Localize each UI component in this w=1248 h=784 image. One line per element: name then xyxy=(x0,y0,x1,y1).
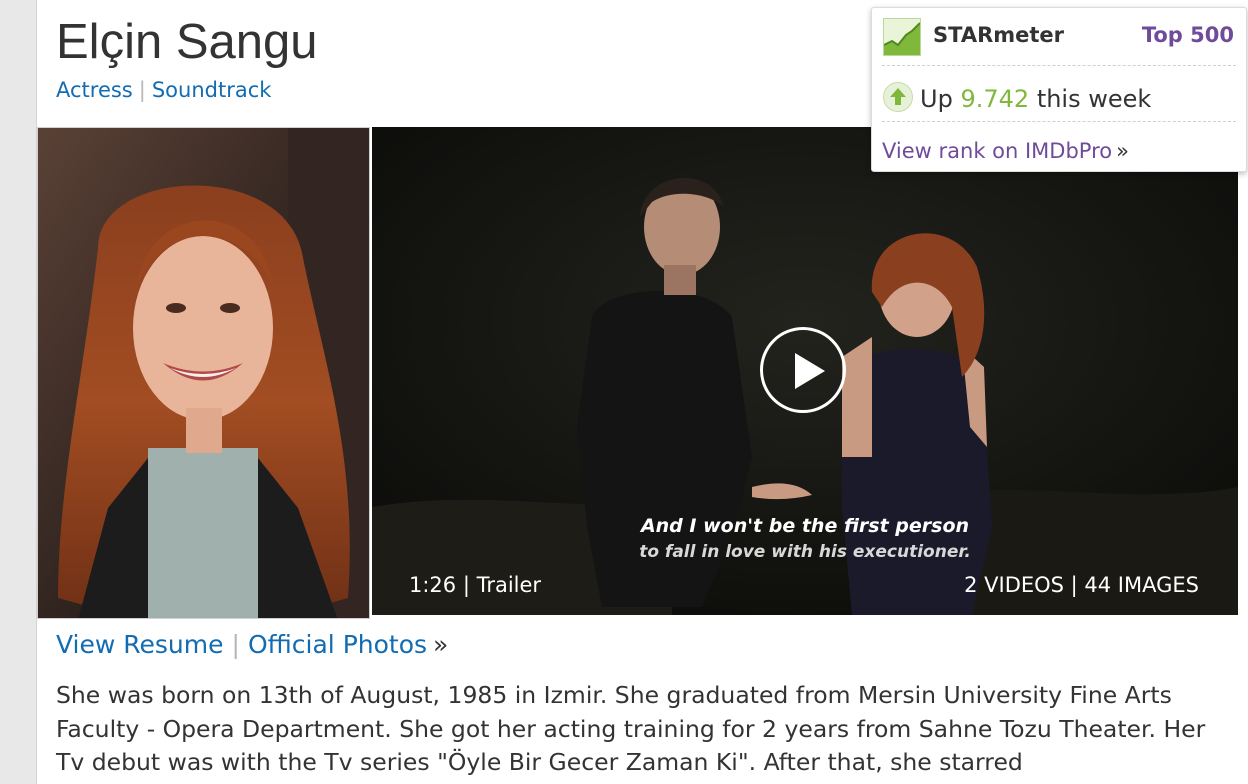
starmeter-widget: STARmeter Top 500 Up 9.742 this week Vie… xyxy=(871,7,1247,172)
video-duration-label[interactable]: 1:26 | Trailer xyxy=(409,573,541,597)
imdbpro-link-label[interactable]: View rank on IMDbPro xyxy=(882,139,1112,163)
person-name: Elçin Sangu xyxy=(56,15,318,69)
change-value: 9.742 xyxy=(960,85,1030,113)
divider xyxy=(882,65,1236,66)
official-photos-link[interactable]: Official Photos xyxy=(248,630,427,659)
video-subtitle-line1: And I won't be the first person xyxy=(640,515,970,537)
view-resume-link[interactable]: View Resume xyxy=(56,630,224,659)
bio-text: She was born on 13th of August, 1985 in … xyxy=(56,681,1206,776)
change-suffix: this week xyxy=(1036,85,1152,113)
starmeter-rank[interactable]: Top 500 xyxy=(1142,23,1234,47)
raquo-icon: » xyxy=(1116,139,1129,163)
starmeter-change: Up 9.742 this week xyxy=(920,85,1151,113)
up-arrow-icon xyxy=(883,82,913,112)
change-prefix: Up xyxy=(920,85,953,113)
profile-links: View Resume | Official Photos» xyxy=(56,630,448,659)
starmeter-chart-icon xyxy=(883,18,921,56)
video-subtitle-line2: to fall in love with his executioner. xyxy=(639,542,971,562)
separator: | xyxy=(138,78,146,102)
starmeter-title: STARmeter xyxy=(933,23,1065,47)
media-counts-link[interactable]: 2 VIDEOS | 44 IMAGES xyxy=(964,573,1199,597)
play-icon[interactable] xyxy=(760,327,846,413)
raquo-icon: » xyxy=(433,630,449,659)
imdbpro-rank-link[interactable]: View rank on IMDbPro» xyxy=(882,139,1129,163)
separator: | xyxy=(231,630,240,659)
role-soundtrack-link[interactable]: Soundtrack xyxy=(152,78,272,102)
headshot-photo[interactable] xyxy=(37,127,370,619)
role-links: Actress | Soundtrack xyxy=(56,78,271,102)
divider xyxy=(882,121,1236,122)
headshot-image xyxy=(38,128,369,618)
role-actress-link[interactable]: Actress xyxy=(56,78,133,102)
